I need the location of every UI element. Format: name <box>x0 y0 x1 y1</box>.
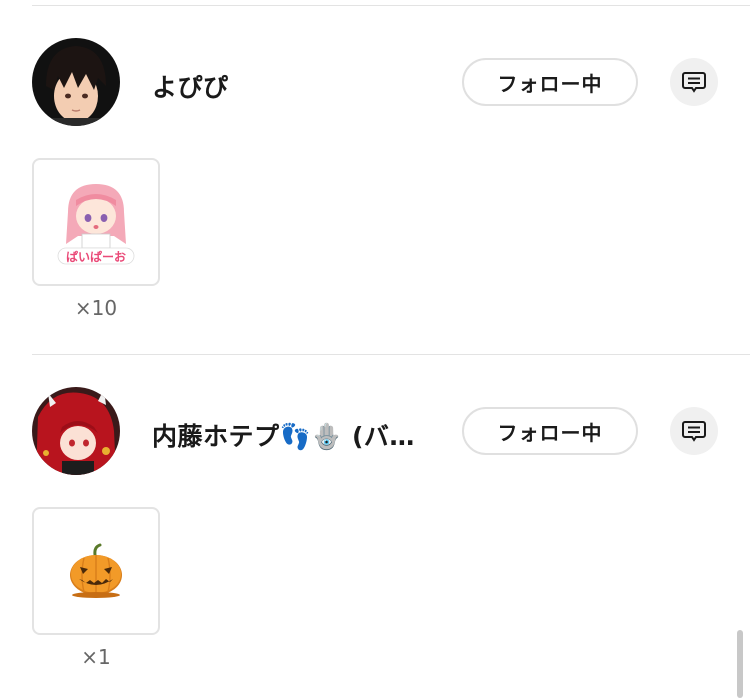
user-row: よぴぴ フォロー中 <box>0 38 750 128</box>
message-icon <box>682 421 706 442</box>
gift-card[interactable]: ぱいぱーお <box>32 158 160 286</box>
pumpkin-icon <box>70 543 122 598</box>
message-button[interactable] <box>670 58 718 106</box>
avatar[interactable] <box>32 38 120 126</box>
username[interactable]: よぴぴ <box>152 68 229 104</box>
following-button[interactable]: フォロー中 <box>462 58 638 106</box>
svg-text:ぱいぱーお: ぱいぱーお <box>66 249 126 264</box>
following-button[interactable]: フォロー中 <box>462 407 638 455</box>
anime-boy-avatar-icon <box>32 38 120 126</box>
divider-top <box>32 5 750 6</box>
gift-count: ×10 <box>74 296 118 320</box>
red-hair-character-avatar-icon <box>32 387 120 475</box>
pink-hair-girl-sticker-icon: ぱいぱーお <box>57 184 135 265</box>
user-row: 内藤ホテプ👣🪬 (バ… フォロー中 <box>0 387 750 477</box>
scrollbar[interactable] <box>737 630 743 698</box>
divider <box>32 354 750 355</box>
avatar[interactable] <box>32 387 120 475</box>
username[interactable]: 内藤ホテプ👣🪬 (バ… <box>152 417 415 453</box>
message-button[interactable] <box>670 407 718 455</box>
gift-count: ×1 <box>81 645 111 669</box>
message-icon <box>682 72 706 93</box>
gift-card[interactable] <box>32 507 160 635</box>
